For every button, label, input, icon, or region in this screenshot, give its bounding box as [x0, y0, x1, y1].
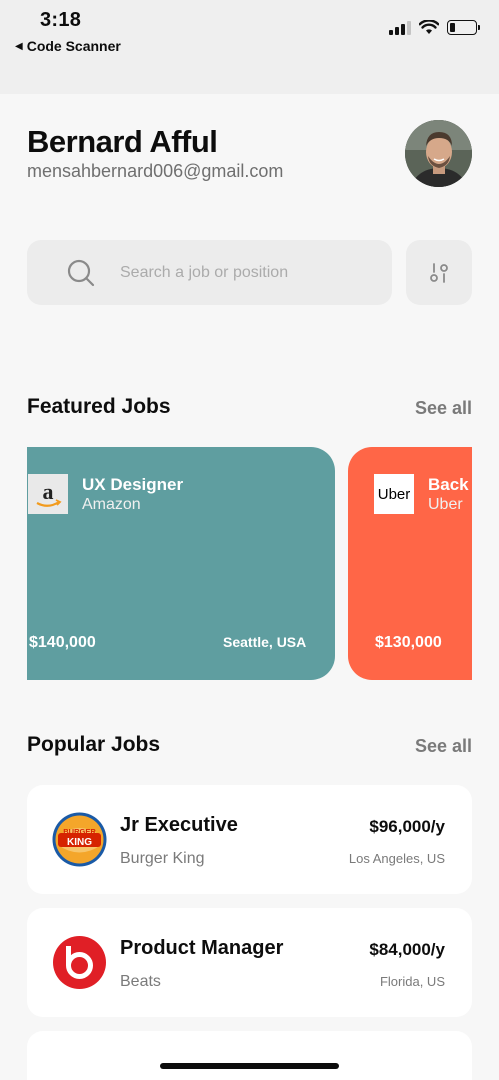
popular-job-company: Beats: [120, 973, 161, 990]
featured-jobs-carousel[interactable]: a UX Designer Amazon $140,000 Seattle, U…: [27, 447, 472, 680]
popular-job-card[interactable]: [27, 1031, 472, 1080]
featured-job-card[interactable]: Uber Back Uber $130,000: [348, 447, 472, 680]
search-icon: [67, 259, 95, 286]
battery-icon: [447, 20, 480, 35]
home-indicator[interactable]: [160, 1063, 339, 1069]
featured-job-title: Back: [428, 475, 469, 494]
popular-job-location: Los Angeles, US: [348, 851, 445, 866]
popular-jobs-title: Popular Jobs: [27, 733, 161, 756]
featured-job-location: Seattle, USA: [223, 634, 307, 650]
beats-logo-icon: [52, 935, 107, 990]
svg-text:BURGER: BURGER: [63, 827, 96, 836]
wifi-icon: [419, 20, 439, 34]
featured-see-all-link[interactable]: See all: [415, 398, 472, 419]
popular-job-title: Jr Executive: [120, 814, 238, 836]
filter-icon: [430, 262, 448, 283]
popular-see-all-link[interactable]: See all: [415, 736, 472, 757]
popular-job-company: Burger King: [120, 850, 205, 867]
search-bar[interactable]: [27, 240, 392, 305]
burger-king-logo-icon: BURGER KING: [52, 812, 107, 867]
popular-job-card[interactable]: BURGER KING Jr Executive Burger King $96…: [27, 785, 472, 894]
uber-logo-icon: Uber: [374, 474, 414, 514]
popular-job-salary: $96,000/y: [369, 817, 445, 836]
popular-job-salary: $84,000/y: [369, 940, 445, 959]
status-time: 3:18: [40, 9, 82, 31]
popular-job-location: Florida, US: [379, 974, 445, 989]
uber-logo-text: Uber: [377, 485, 411, 503]
svg-text:KING: KING: [67, 837, 92, 848]
featured-jobs-title: Featured Jobs: [27, 395, 171, 418]
featured-job-title: UX Designer: [82, 475, 184, 494]
featured-job-card[interactable]: a UX Designer Amazon $140,000 Seattle, U…: [27, 447, 335, 680]
back-to-app-link[interactable]: ◀ Code Scanner: [15, 38, 121, 54]
featured-job-company: Amazon: [82, 496, 141, 513]
user-name: Bernard Afful: [27, 124, 218, 159]
system-icons: [389, 20, 480, 35]
amazon-logo-icon: a: [28, 474, 68, 514]
popular-job-title: Product Manager: [120, 937, 284, 959]
status-bar: 3:18 ◀ Code Scanner: [0, 0, 499, 94]
search-input[interactable]: [120, 263, 370, 282]
user-email: mensahbernard006@gmail.com: [27, 161, 284, 181]
back-app-label: Code Scanner: [26, 38, 121, 54]
avatar[interactable]: [405, 120, 472, 187]
featured-job-salary: $140,000: [29, 634, 96, 651]
back-arrow-icon: ◀: [15, 40, 23, 52]
featured-job-salary: $130,000: [375, 634, 442, 651]
cellular-signal-icon: [389, 20, 411, 35]
svg-text:a: a: [43, 479, 54, 504]
popular-job-card[interactable]: Product Manager Beats $84,000/y Florida,…: [27, 908, 472, 1017]
filter-button[interactable]: [406, 240, 472, 305]
featured-job-company: Uber: [428, 496, 463, 513]
